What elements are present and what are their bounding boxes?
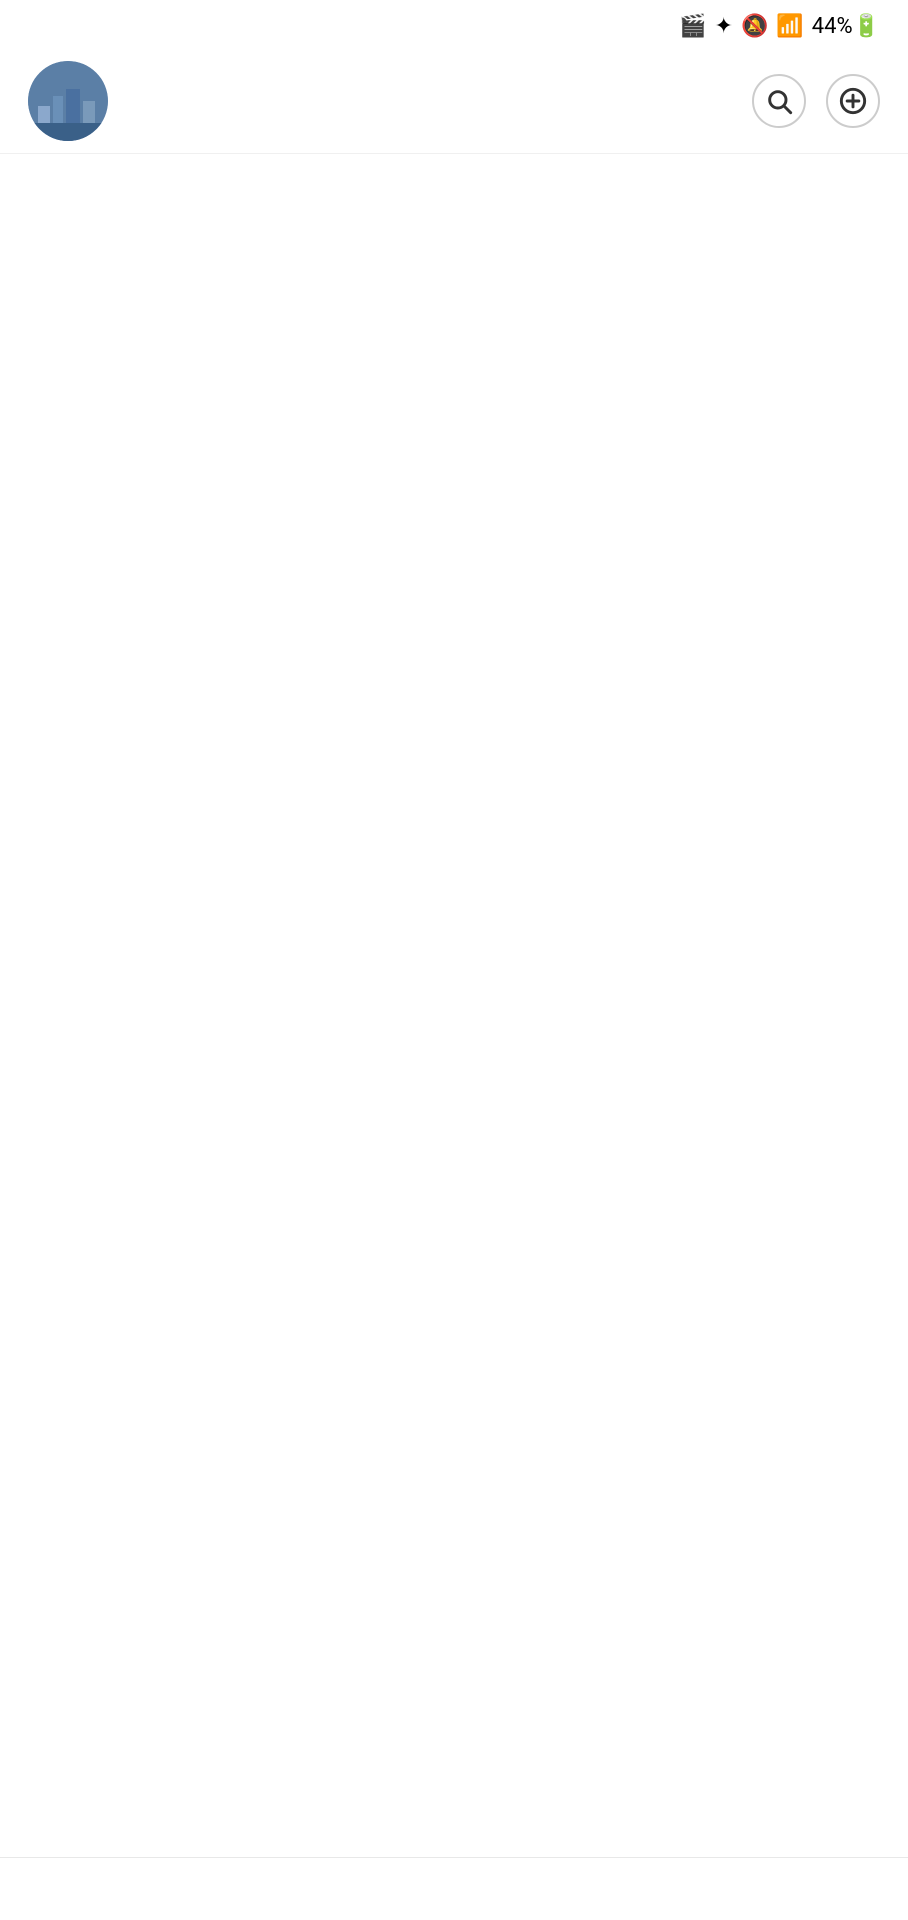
system-nav: [0, 1884, 908, 1920]
status-bar: 🎬 ✦ 🔕 📶 44%🔋: [0, 0, 908, 49]
header: [0, 49, 908, 154]
wifi-icon: 📶: [776, 14, 803, 39]
bottom-nav: [0, 1857, 908, 1884]
mute-icon: 🔕: [741, 14, 768, 39]
search-button[interactable]: [752, 74, 806, 128]
add-button[interactable]: [826, 74, 880, 128]
header-actions: [752, 74, 880, 128]
avatar[interactable]: [28, 61, 108, 141]
status-icons: 🎬 ✦ 🔕 📶 44%🔋: [679, 14, 880, 39]
battery-icon: 44%🔋: [812, 14, 880, 39]
chat-list: [0, 154, 908, 1857]
video-icon: 🎬: [679, 14, 706, 39]
bluetooth-icon: ✦: [715, 14, 733, 39]
